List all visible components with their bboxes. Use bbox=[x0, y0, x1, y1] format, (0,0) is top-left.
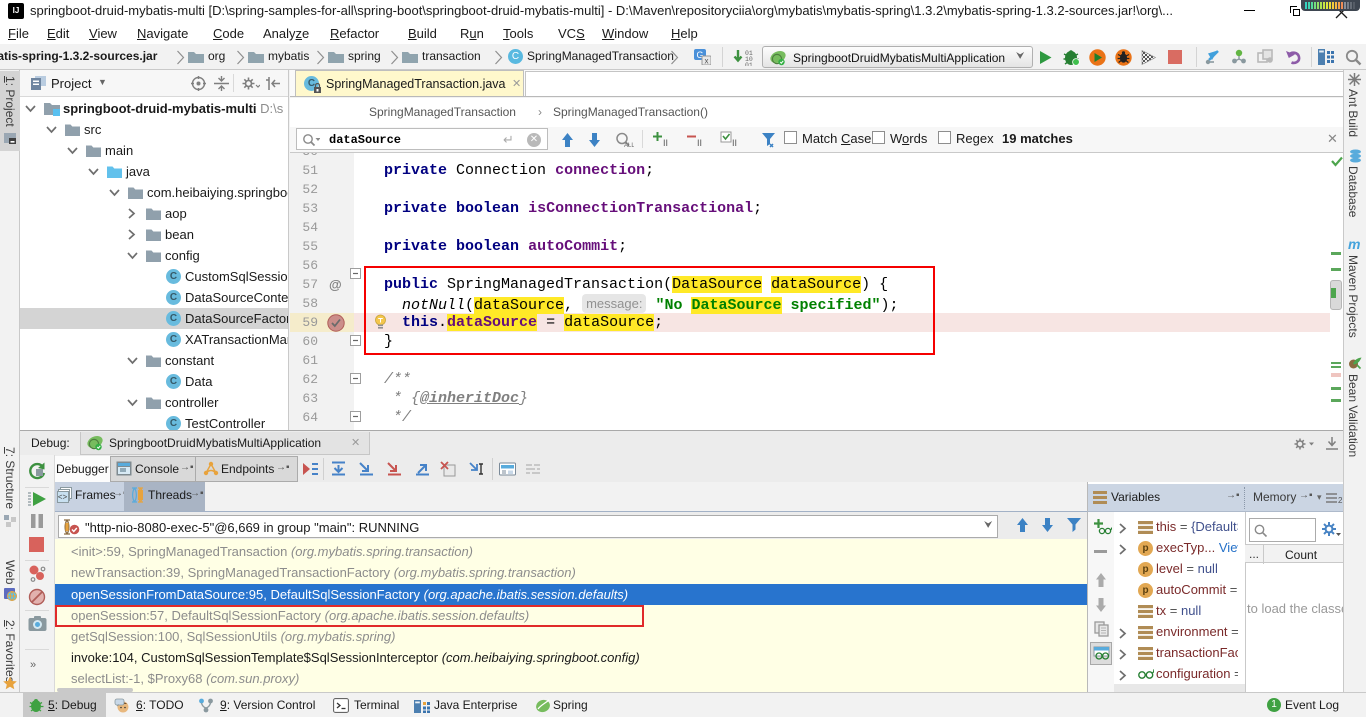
svg-text:2: 2 bbox=[1338, 496, 1343, 504]
svg-text:01: 01 bbox=[745, 62, 753, 66]
svg-text:x: x bbox=[705, 57, 709, 66]
svg-text:ALL: ALL bbox=[624, 143, 634, 148]
svg-text:<>: <> bbox=[58, 494, 68, 503]
svg-text:II: II bbox=[732, 138, 737, 148]
svg-text:II: II bbox=[663, 138, 668, 148]
svg-text:II: II bbox=[697, 138, 702, 148]
